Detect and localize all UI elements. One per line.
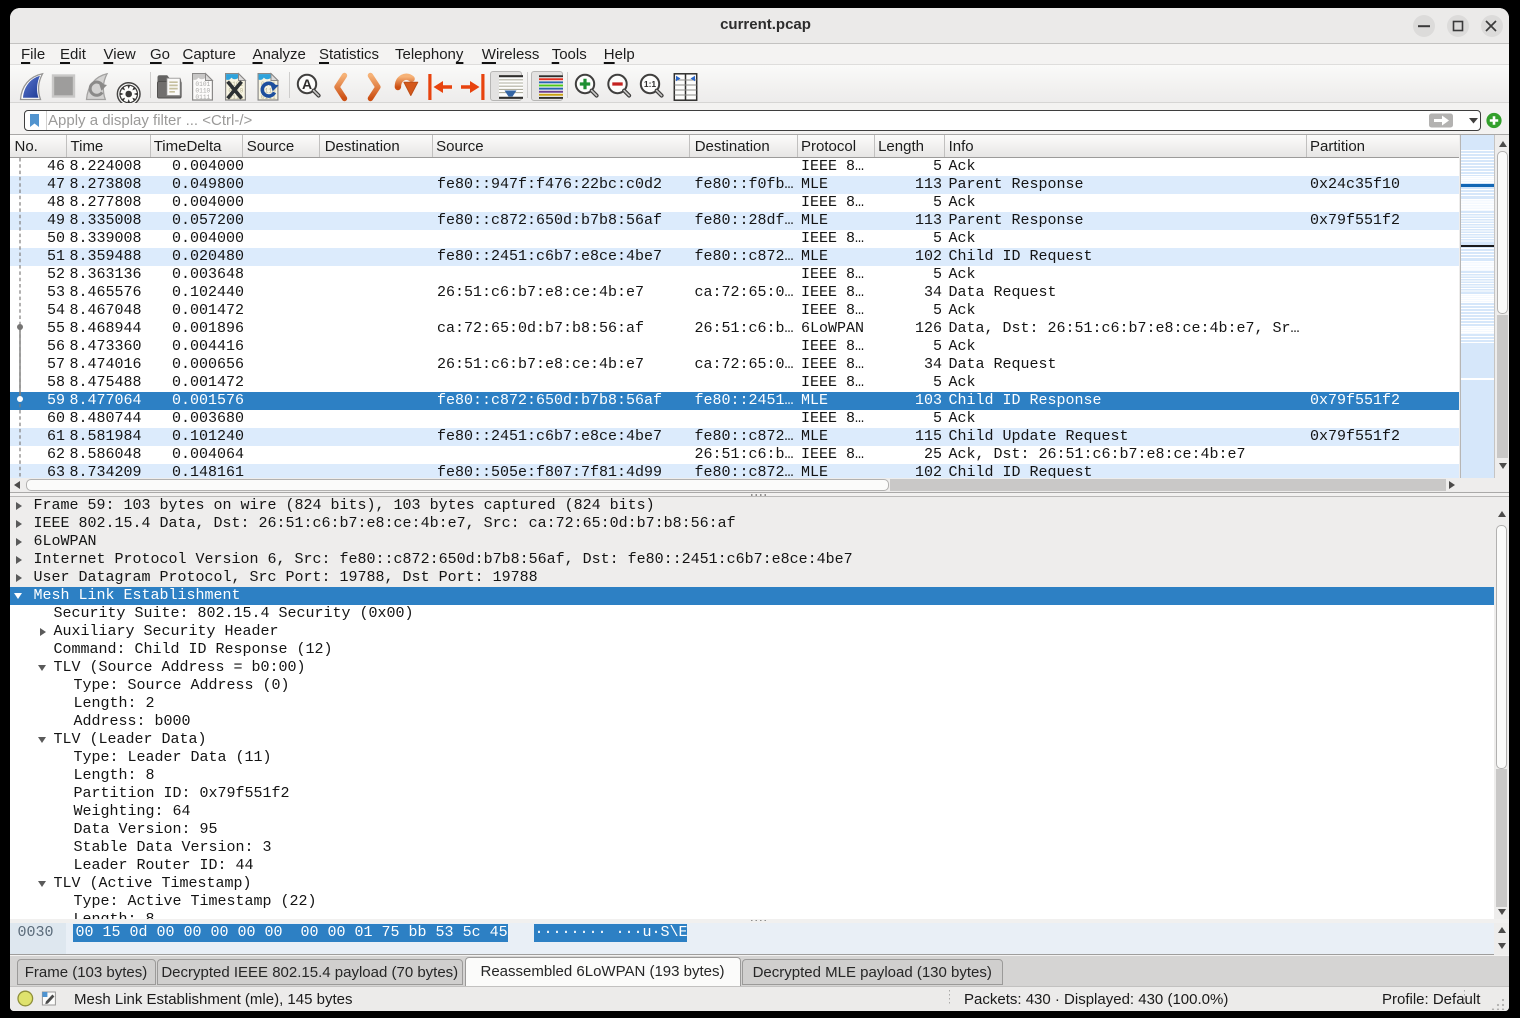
svg-text:1:1: 1:1 (644, 79, 657, 89)
svg-text:0111: 0111 (195, 94, 210, 101)
svg-text:A: A (302, 76, 312, 92)
